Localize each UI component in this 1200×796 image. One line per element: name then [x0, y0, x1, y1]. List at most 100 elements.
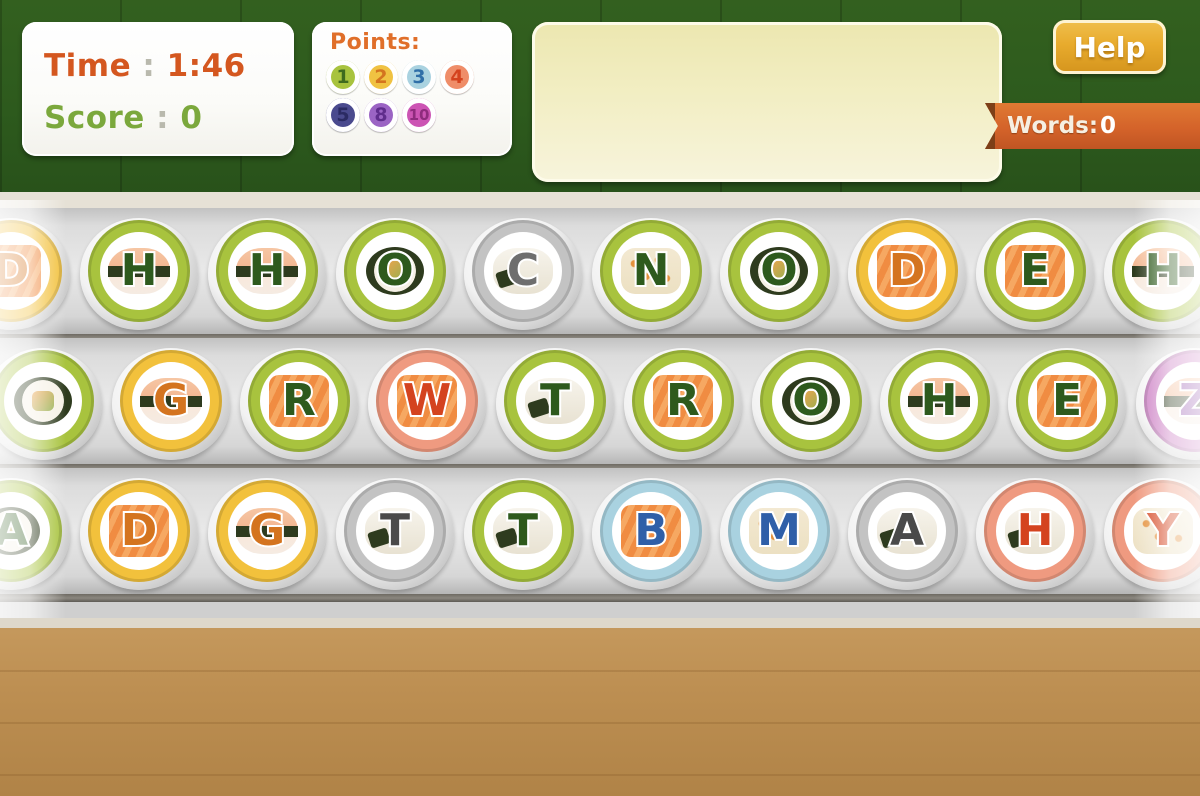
help-button[interactable]: Help: [1053, 20, 1166, 74]
tile-face: Y: [1124, 492, 1200, 570]
time-display: Time : 1:46: [44, 48, 246, 84]
sushi-tile[interactable]: N: [592, 216, 710, 330]
stats-panel: Time : 1:46 Score : 0: [22, 22, 294, 156]
points-legend: 1 2 3 4 5 8 10: [326, 60, 506, 136]
table-edge: [0, 618, 1200, 628]
tile-face: H: [228, 232, 306, 310]
tile-face: T: [516, 362, 594, 440]
tile-letter: H: [919, 375, 960, 426]
sushi-tile[interactable]: E: [976, 216, 1094, 330]
sushi-tile[interactable]: H: [208, 216, 326, 330]
tile-letter: O: [758, 245, 799, 296]
tile-letter: D: [0, 245, 31, 296]
tile-face: R: [644, 362, 722, 440]
conveyor-row: DHHOCNODEH: [0, 208, 1200, 334]
tile-letter: H: [1143, 245, 1184, 296]
sushi-tile[interactable]: R: [240, 346, 358, 460]
tile-letter: N: [631, 245, 672, 296]
sushi-tile[interactable]: [0, 346, 102, 460]
sushi-tile[interactable]: O: [752, 346, 870, 460]
tile-letter: E: [1018, 245, 1052, 296]
tile-letter: R: [280, 375, 318, 426]
point-badge: 2: [364, 60, 398, 94]
tile-face: H: [1124, 232, 1200, 310]
time-separator: :: [142, 48, 156, 84]
tile-letter: H: [119, 245, 160, 296]
point-badge: 10: [402, 98, 436, 132]
sushi-tile[interactable]: G: [208, 476, 326, 590]
table-area: CAT Submit Clear: [0, 618, 1200, 796]
score-separator: :: [156, 100, 170, 136]
sushi-tile[interactable]: Y: [1104, 476, 1200, 590]
sushi-tile[interactable]: H: [880, 346, 998, 460]
point-badge: 3: [402, 60, 436, 94]
tile-letter: T: [506, 505, 540, 556]
tile-face: H: [100, 232, 178, 310]
belt-divider: [0, 594, 1200, 602]
tile-strip: GRWTROHEZ: [0, 338, 1200, 464]
tile-face: B: [612, 492, 690, 570]
sushi-tile[interactable]: R: [624, 346, 742, 460]
sushi-tile[interactable]: T: [464, 476, 582, 590]
tile-letter: M: [755, 505, 803, 556]
tile-strip: DHHOCNODEH: [0, 208, 1200, 334]
sushi-tile[interactable]: D: [80, 476, 198, 590]
belt-trim: [0, 200, 1200, 208]
sushi-tile[interactable]: H: [1104, 216, 1200, 330]
points-panel: Points: 1 2 3 4 5 8 10: [312, 22, 512, 156]
tile-face: G: [228, 492, 306, 570]
tile-letter: E: [1050, 375, 1084, 426]
sushi-tile[interactable]: H: [976, 476, 1094, 590]
tile-face: E: [996, 232, 1074, 310]
tile-face: O: [740, 232, 818, 310]
conveyor-row: ADGTTBMAHYU: [0, 468, 1200, 594]
tile-face: E: [1028, 362, 1106, 440]
tile-face: R: [260, 362, 338, 440]
score-label: Score: [44, 100, 145, 136]
sushi-tile[interactable]: W: [368, 346, 486, 460]
points-title: Points:: [330, 30, 421, 55]
tile-letter: Z: [1177, 375, 1200, 426]
tile-face: W: [388, 362, 466, 440]
tile-letter: Y: [1145, 505, 1181, 556]
sushi-tile[interactable]: O: [336, 216, 454, 330]
tile-letter: D: [887, 245, 927, 296]
sushi-tile[interactable]: G: [112, 346, 230, 460]
game-header: Time : 1:46 Score : 0 Points: 1 2 3 4 5 8 10 H…: [0, 0, 1200, 200]
tile-letter: O: [790, 375, 831, 426]
tile-face: M: [740, 492, 818, 570]
tile-letter: O: [374, 245, 415, 296]
sushi-tile[interactable]: A: [0, 476, 70, 590]
word-display-panel: [532, 22, 1002, 182]
sushi-tile[interactable]: Z: [1136, 346, 1200, 460]
sushi-tile[interactable]: H: [80, 216, 198, 330]
tile-face: A: [868, 492, 946, 570]
tile-letter: R: [664, 375, 702, 426]
tile-letter: T: [538, 375, 572, 426]
tile-letter: G: [151, 375, 191, 426]
tile-letter: A: [0, 505, 30, 556]
tile-face: O: [772, 362, 850, 440]
sushi-tile[interactable]: A: [848, 476, 966, 590]
sushi-tile[interactable]: C: [464, 216, 582, 330]
points-row: 5 8 10: [326, 98, 506, 132]
sushi-tile[interactable]: D: [848, 216, 966, 330]
score-display: Score : 0: [44, 100, 202, 136]
sushi-tile[interactable]: T: [496, 346, 614, 460]
sushi-tile[interactable]: T: [336, 476, 454, 590]
score-value: 0: [180, 100, 203, 136]
sushi-tile[interactable]: O: [720, 216, 838, 330]
tile-strip: ADGTTBMAHYU: [0, 468, 1200, 594]
tile-face: N: [612, 232, 690, 310]
sushi-tile[interactable]: D: [0, 216, 70, 330]
point-badge: 5: [326, 98, 360, 132]
tile-face: C: [484, 232, 562, 310]
point-badge: 8: [364, 98, 398, 132]
sushi-tile[interactable]: E: [1008, 346, 1126, 460]
tile-letter: H: [247, 245, 288, 296]
sushi-art: [14, 377, 72, 425]
sushi-tile[interactable]: B: [592, 476, 710, 590]
time-value: 1:46: [166, 48, 246, 84]
words-ribbon: Words: 0: [985, 103, 1200, 149]
sushi-tile[interactable]: M: [720, 476, 838, 590]
